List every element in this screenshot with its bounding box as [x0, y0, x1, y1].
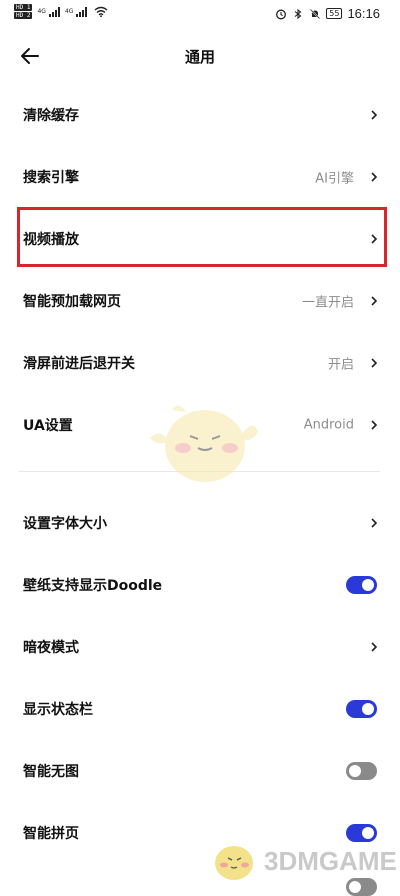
sim-indicators: HD 1 HD 2: [14, 4, 33, 19]
no-image-toggle[interactable]: [346, 762, 377, 780]
toggle-knob: [349, 765, 361, 777]
row-show-status-bar: 显示状态栏: [0, 678, 400, 740]
status-bar: HD 1 HD 2 4G 4G 55 16:16: [0, 0, 400, 28]
sim1-label: HD 1: [14, 4, 33, 11]
row-label: 暗夜模式: [23, 640, 79, 656]
highlight-frame: [17, 207, 387, 267]
watermark-mascot-icon: [215, 846, 253, 880]
row-label: 智能拼页: [23, 826, 79, 842]
row-value: Android: [303, 417, 354, 433]
row-label: UA设置: [23, 418, 73, 434]
page-title: 通用: [184, 48, 215, 66]
alarm-icon: [276, 9, 287, 19]
row-label: 清除缓存: [23, 108, 79, 124]
network-type-2: 4G: [64, 8, 74, 15]
toggle-knob: [362, 579, 374, 591]
chevron-right-icon: [371, 358, 378, 368]
watermark-text: 3DMGAME: [264, 846, 397, 876]
toggle-knob: [362, 703, 374, 715]
bluetooth-icon: [294, 8, 302, 19]
status-bar-toggle[interactable]: [346, 700, 377, 718]
row-smart-preload[interactable]: 智能预加载网页 一直开启: [0, 270, 400, 332]
row-smart-no-image: 智能无图: [0, 740, 400, 802]
row-value: AI引擎: [315, 171, 354, 187]
row-night-mode[interactable]: 暗夜模式: [0, 616, 400, 678]
row-label: 智能无图: [23, 764, 79, 780]
row-search-engine[interactable]: 搜索引擎 AI引擎: [0, 146, 400, 208]
row-value: 开启: [327, 357, 354, 373]
row-label: 搜索引擎: [23, 170, 79, 186]
sim2-label: HD 2: [14, 12, 33, 19]
chevron-right-icon: [371, 642, 378, 652]
row-clear-cache[interactable]: 清除缓存: [0, 84, 400, 146]
battery-icon: 55: [326, 8, 343, 19]
wifi-icon: [94, 6, 108, 17]
row-wallpaper-doodle: 壁纸支持显示Doodle: [0, 554, 400, 616]
row-label: 滑屏前进后退开关: [23, 356, 135, 372]
row-label: 智能预加载网页: [23, 294, 121, 310]
watermark: 3DMGAME: [208, 836, 397, 886]
row-font-size[interactable]: 设置字体大小: [0, 492, 400, 554]
mute-bell-icon: [310, 8, 321, 19]
chevron-right-icon: [371, 296, 378, 306]
chevron-right-icon: [371, 172, 378, 182]
chevron-right-icon: [371, 110, 378, 120]
status-right: 55 16:16: [275, 6, 380, 21]
header-bar: 通用: [0, 36, 400, 76]
chevron-right-icon: [371, 420, 378, 430]
status-left: HD 1 HD 2 4G 4G: [14, 4, 108, 19]
row-label: 设置字体大小: [23, 516, 107, 532]
row-label: 壁纸支持显示Doodle: [23, 578, 163, 594]
signal-icon: [48, 6, 60, 17]
chevron-right-icon: [371, 518, 378, 528]
clock: 16:16: [347, 6, 380, 21]
row-label: 显示状态栏: [23, 702, 93, 718]
mascot-watermark-icon: [150, 405, 258, 482]
doodle-toggle[interactable]: [346, 576, 377, 594]
network-type: 4G: [37, 8, 46, 15]
signal-icon-2: [76, 6, 88, 17]
row-value: 一直开启: [301, 295, 354, 311]
row-swipe-navigation[interactable]: 滑屏前进后退开关 开启: [0, 332, 400, 394]
